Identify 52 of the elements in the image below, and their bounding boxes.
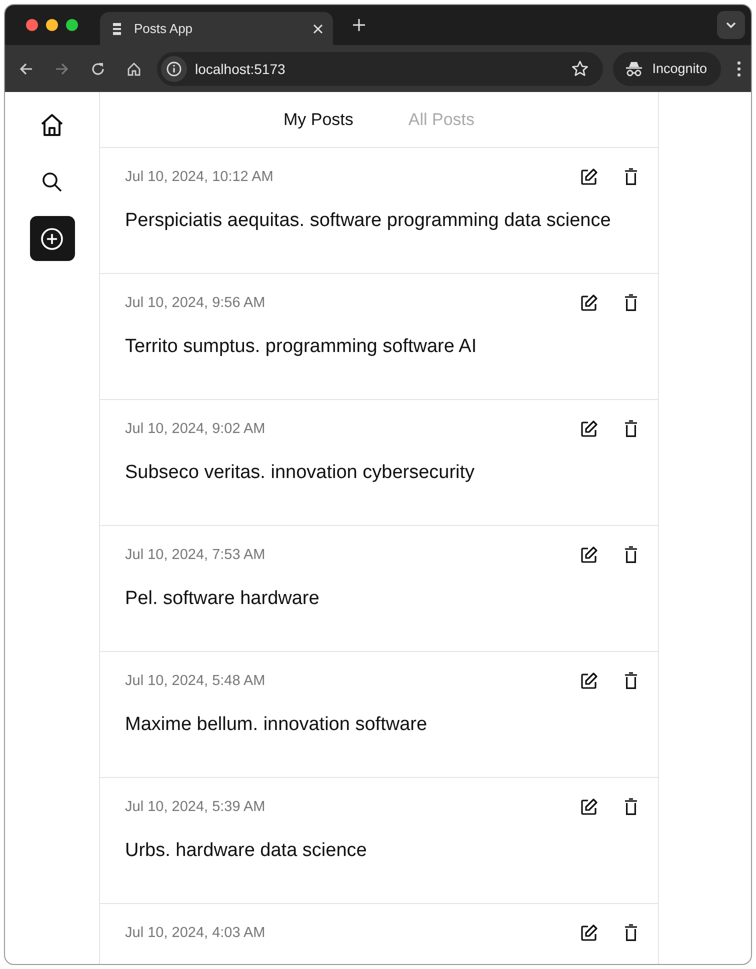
edit-icon[interactable] <box>580 168 598 186</box>
new-tab-icon[interactable] <box>353 19 365 31</box>
edit-icon[interactable] <box>580 672 598 690</box>
forward-icon[interactable] <box>55 62 69 76</box>
back-icon[interactable] <box>19 62 33 76</box>
bookmark-star-icon[interactable] <box>571 60 590 78</box>
edit-icon[interactable] <box>580 798 598 816</box>
page-icon <box>112 22 122 36</box>
search-icon <box>41 170 63 192</box>
incognito-button[interactable]: Incognito <box>613 52 721 86</box>
trash-icon[interactable] <box>624 924 638 942</box>
home-icon <box>39 112 65 138</box>
trash-icon[interactable] <box>624 294 638 312</box>
post-date: Jul 10, 2024, 10:12 AM <box>125 168 274 184</box>
plus-circle-icon <box>40 226 64 250</box>
chevron-down-icon <box>725 21 737 29</box>
post-date: Jul 10, 2024, 5:48 AM <box>125 672 266 688</box>
incognito-icon <box>625 60 644 76</box>
post-date: Jul 10, 2024, 4:03 AM <box>125 924 266 940</box>
edit-icon[interactable] <box>580 924 598 942</box>
minimize-window-button[interactable] <box>46 19 58 31</box>
post-date: Jul 10, 2024, 9:56 AM <box>125 294 266 310</box>
menu-icon[interactable] <box>737 60 741 76</box>
edit-icon[interactable] <box>580 546 598 564</box>
url-text: localhost:5173 <box>195 60 286 76</box>
post-text: Territo sumptus. programming software AI <box>125 336 478 359</box>
edit-icon[interactable] <box>580 420 598 438</box>
post-date: Jul 10, 2024, 9:02 AM <box>125 420 266 436</box>
close-tab-icon[interactable] <box>313 24 323 34</box>
address-bar[interactable]: localhost:5173 <box>157 52 604 86</box>
maximize-window-button[interactable] <box>66 19 78 31</box>
trash-icon[interactable] <box>624 672 638 690</box>
tab-search-button[interactable] <box>717 11 745 39</box>
post-date: Jul 10, 2024, 5:39 AM <box>125 798 266 814</box>
trash-icon[interactable] <box>624 168 638 186</box>
post-text: Maxime bellum. innovation software <box>125 714 428 737</box>
trash-icon[interactable] <box>624 420 638 438</box>
feed-tab[interactable]: My Posts <box>283 110 354 130</box>
post-text: Pel. software hardware <box>125 588 320 611</box>
post-text: Subseco veritas. innovation cybersecurity <box>125 462 476 485</box>
create-nav-button[interactable] <box>30 216 74 261</box>
reload-icon[interactable] <box>91 62 105 76</box>
post-date: Jul 10, 2024, 7:53 AM <box>125 546 266 562</box>
close-window-button[interactable] <box>26 19 38 31</box>
info-icon <box>166 60 182 76</box>
post-text: Perspiciatis aequitas. software programming data science <box>125 210 612 233</box>
home-icon[interactable] <box>127 62 141 76</box>
post-text: Urbs. hardware data science <box>125 840 368 863</box>
trash-icon[interactable] <box>624 798 638 816</box>
browser-tab[interactable]: Posts App <box>100 12 333 45</box>
edit-icon[interactable] <box>580 294 598 312</box>
trash-icon[interactable] <box>624 546 638 564</box>
